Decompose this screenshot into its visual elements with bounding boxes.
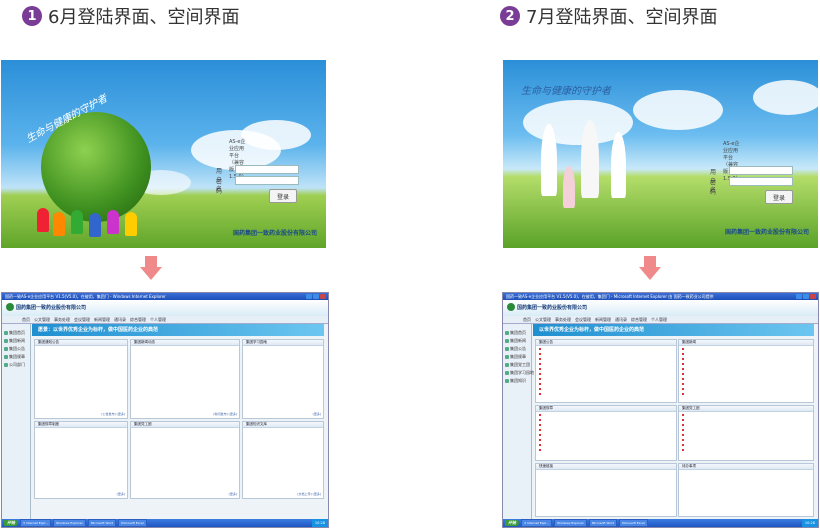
taskbar-item[interactable]: 3 Internet Expl... <box>521 519 552 527</box>
nav-item[interactable]: 事务处理 <box>54 317 70 323</box>
taskbar-item[interactable]: Microsoft Excel <box>619 519 648 527</box>
nav-item[interactable]: 会议管理 <box>74 317 90 323</box>
company-name: 国药集团一致药业股份有限公司 <box>517 305 588 311</box>
slogan: 生命与健康的守护者 <box>521 86 611 97</box>
system-name: AS-e企业应用平台（兼容版 1.5.0） <box>723 141 741 182</box>
password-field[interactable] <box>729 177 793 186</box>
password-field[interactable] <box>235 176 299 185</box>
logo-icon <box>6 303 14 311</box>
sidebar-item[interactable]: 集团学习园地 <box>505 370 534 376</box>
login-screenshot-june: 生命与健康的守护者 AS-e企业应用平台（兼容版 1.5.0） 用户名 密 码 … <box>1 60 326 248</box>
panel: 集团公告 <box>535 339 677 403</box>
company-name: 国药集团一致药业股份有限公司 <box>233 230 318 237</box>
minimize-icon[interactable] <box>796 294 802 299</box>
taskbar-item[interactable]: Microsoft Word <box>588 519 618 527</box>
panel: 集团通知公告 [公告发布] [更多] <box>34 339 128 419</box>
sidebar-item[interactable]: 集团首页 <box>4 330 25 336</box>
section-title: 6月登陆界面、空间界面 <box>48 7 240 28</box>
panel: 集团学习园地 [更多] <box>242 339 324 419</box>
window-title: 国药一致AS-e企业应用平台 V1.5(V5.0)，在被用，集团门 - Micr… <box>503 293 818 300</box>
main-nav: 首页 公文管理 事务处理 会议管理 新闻管理 通讯录 综合管理 个人管理 <box>503 316 818 324</box>
main-nav: 首页 公文管理 事务处理 会议管理 新闻管理 通讯录 综合管理 个人管理 <box>2 316 328 324</box>
nav-item[interactable]: 公文管理 <box>535 317 551 323</box>
vision-banner: 愿景：以世界优秀企业为标杆，做中国医药企业的典范 <box>32 324 324 336</box>
portal-header: 国药集团一致药业股份有限公司 <box>2 300 328 317</box>
sidebar-item[interactable]: 集团知识 <box>505 378 526 384</box>
panel: 集团党工团 [更多] <box>130 421 240 499</box>
space-screenshot-july: 国药一致AS-e企业应用平台 V1.5(V5.0)，在被用，集团门 - Micr… <box>502 292 819 528</box>
sidebar-item[interactable]: 集团新闻 <box>4 338 25 344</box>
nav-item[interactable]: 新闻管理 <box>94 317 110 323</box>
start-button[interactable]: 开始 <box>505 520 519 526</box>
company-name: 国药集团一致药业股份有限公司 <box>725 229 810 236</box>
section-header-july: 2 7月登陆界面、空间界面 <box>500 3 717 29</box>
panel: 集团新闻动态 [新闻发布] [更多] <box>130 339 240 419</box>
maximize-icon[interactable] <box>803 294 809 299</box>
portal-header: 国药集团一致药业股份有限公司 <box>503 300 818 317</box>
close-icon[interactable] <box>320 294 326 299</box>
down-arrow-icon <box>140 256 162 280</box>
panel: 集团规章 <box>535 405 677 461</box>
sidebar-item[interactable]: 集团公告 <box>505 346 526 352</box>
nav-item[interactable]: 综合管理 <box>631 317 647 323</box>
panel: 集团规章制度 [更多] <box>34 421 128 499</box>
nav-item[interactable]: 通讯录 <box>114 317 126 323</box>
panel: 快速链接 <box>535 463 677 517</box>
section-title: 7月登陆界面、空间界面 <box>526 7 718 28</box>
nav-item[interactable]: 新闻管理 <box>595 317 611 323</box>
down-arrow-icon <box>639 256 661 280</box>
company-name: 国药集团一致药业股份有限公司 <box>16 305 87 311</box>
login-screenshot-july: 生命与健康的守护者 AS-e企业应用平台（兼容版 1.5.0） 用户名 密 码 … <box>503 60 818 248</box>
start-button[interactable]: 开始 <box>4 520 18 526</box>
taskbar-item[interactable]: 3 Internet Expl... <box>20 519 51 527</box>
sidebar-item[interactable]: 集团新闻 <box>505 338 526 344</box>
step-badge: 1 <box>22 6 42 26</box>
logo-icon <box>507 303 515 311</box>
nav-item[interactable]: 通讯录 <box>615 317 627 323</box>
vision-banner: 以世界优秀企业为标杆，做中国医药企业的典范 <box>533 324 814 336</box>
sidebar-item[interactable]: 公司部门 <box>4 362 25 368</box>
sidebar: 集团首页 集团新闻 集团公告 集团规章 公司部门 <box>2 324 31 519</box>
step-badge: 2 <box>500 6 520 26</box>
clock: 10:28 <box>801 519 818 527</box>
section-header-june: 1 6月登陆界面、空间界面 <box>22 3 239 29</box>
close-icon[interactable] <box>810 294 816 299</box>
sidebar-item[interactable]: 集团规章 <box>4 354 25 360</box>
maximize-icon[interactable] <box>313 294 319 299</box>
nav-item[interactable]: 个人管理 <box>651 317 667 323</box>
username-field[interactable] <box>235 165 299 174</box>
sidebar-item[interactable]: 集团党工团 <box>505 362 530 368</box>
minimize-icon[interactable] <box>306 294 312 299</box>
panel: 集团党工团 <box>678 405 814 461</box>
panel: 集团新闻 <box>678 339 814 403</box>
taskbar-item[interactable]: Windows Explorer <box>554 519 587 527</box>
nav-item[interactable]: 个人管理 <box>150 317 166 323</box>
taskbar-item[interactable]: Microsoft Excel <box>118 519 147 527</box>
space-screenshot-june: 国药一致AS-e企业应用平台 V1.5(V5.0)，在被用，集团门 - Wind… <box>1 292 329 528</box>
taskbar: 开始 3 Internet Expl... Windows Explorer M… <box>503 519 818 527</box>
login-button[interactable]: 登录 <box>269 189 297 203</box>
password-label: 密 码 <box>710 180 723 196</box>
clock: 10:28 <box>311 519 328 527</box>
nav-item[interactable]: 公文管理 <box>34 317 50 323</box>
window-title: 国药一致AS-e企业应用平台 V1.5(V5.0)，在被用，集团门 - Wind… <box>2 293 328 300</box>
sidebar-item[interactable]: 集团公告 <box>4 346 25 352</box>
panel: 待办事项 <box>678 463 814 517</box>
nav-item[interactable]: 综合管理 <box>130 317 146 323</box>
nav-item[interactable]: 首页 <box>523 317 531 323</box>
login-button[interactable]: 登录 <box>765 190 793 204</box>
username-field[interactable] <box>729 166 793 175</box>
taskbar-item[interactable]: Microsoft Word <box>87 519 117 527</box>
nav-item[interactable]: 首页 <box>22 317 30 323</box>
sidebar: 集团首页 集团新闻 集团公告 集团规章 集团党工团 集团学习园地 集团知识 <box>503 324 534 519</box>
taskbar-item[interactable]: Windows Explorer <box>53 519 86 527</box>
nav-item[interactable]: 事务处理 <box>555 317 571 323</box>
password-label: 密 码 <box>216 179 229 195</box>
taskbar: 开始 3 Internet Expl... Windows Explorer M… <box>2 519 328 527</box>
nav-item[interactable]: 会议管理 <box>575 317 591 323</box>
sidebar-item[interactable]: 集团首页 <box>505 330 526 336</box>
sidebar-item[interactable]: 集团规章 <box>505 354 526 360</box>
panel: 集团知识文库 [文档上传] [更多] <box>242 421 324 499</box>
